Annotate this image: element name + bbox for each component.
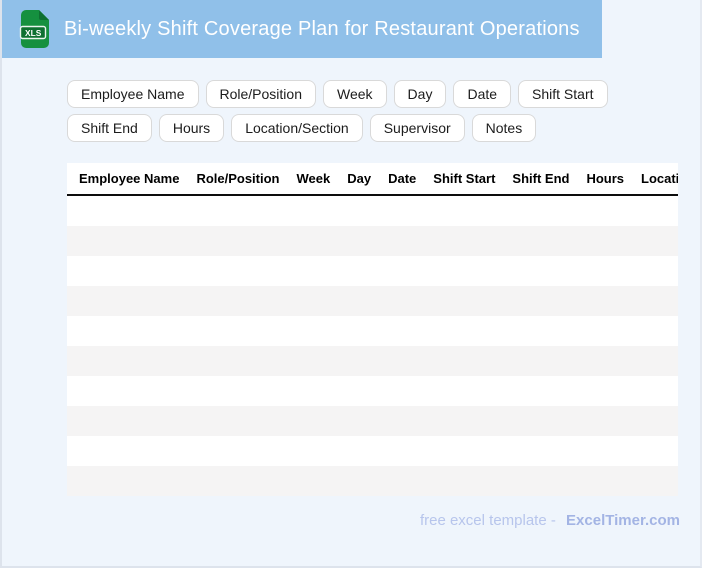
xls-file-icon: XLS [19,10,49,48]
template-preview-page: XLS Bi-weekly Shift Coverage Plan for Re… [0,0,702,568]
column-header: Shift End [512,171,570,186]
page-title: Bi-weekly Shift Coverage Plan for Restau… [64,17,580,40]
column-header: Date [388,171,417,186]
column-header: Shift Start [433,171,496,186]
column-tag-chip[interactable]: Date [453,80,512,108]
empty-table-row [67,286,678,316]
footer-label: free excel template - [419,512,556,529]
footer-brand-link[interactable]: ExcelTimer.com [566,512,680,529]
empty-table-row [67,196,678,226]
column-header: Location/Section [641,171,678,186]
spreadsheet-preview: Employee Name Role/Position Week Day Date Shi… [67,163,678,496]
footer: free excel template - ExcelTimer.com [67,512,680,529]
column-tag-chip[interactable]: Shift Start [518,80,608,108]
empty-table-row [67,316,678,346]
column-header: Day [347,171,372,186]
column-tag-chip[interactable]: Role/Position [205,80,316,108]
empty-table-row [67,436,678,466]
empty-table-row [67,346,678,376]
content-area: Employee Name Role/Position Week Day Date Shi… [2,58,700,496]
column-tag-chip[interactable]: Hours [158,114,225,142]
column-tag-chip[interactable]: Supervisor [369,114,465,142]
column-header: Hours [586,171,625,186]
empty-table-row [67,406,678,436]
spreadsheet-body [67,196,678,496]
xls-badge-text: XLS [25,28,42,38]
column-tag-chip[interactable]: Notes [471,114,537,142]
spreadsheet-header-row: Employee Name Role/Position Week Day Date Shi… [67,163,678,196]
column-tag-chip[interactable]: Location/Section [231,114,363,142]
column-header: Role/Position [196,171,280,186]
empty-table-row [67,376,678,406]
column-tag-chip[interactable]: Day [393,80,447,108]
column-header: Employee Name [79,171,180,186]
column-tag-chip[interactable]: Week [323,80,387,108]
column-tag-list: Employee Name Role/Position Week Day Date Shi… [67,80,667,142]
column-tag-chip[interactable]: Shift End [67,114,152,142]
empty-table-row [67,226,678,256]
header-bar: XLS Bi-weekly Shift Coverage Plan for Re… [2,0,602,58]
column-header: Week [296,171,331,186]
empty-table-row [67,256,678,286]
empty-table-row [67,466,678,496]
column-tag-chip[interactable]: Employee Name [67,80,199,108]
